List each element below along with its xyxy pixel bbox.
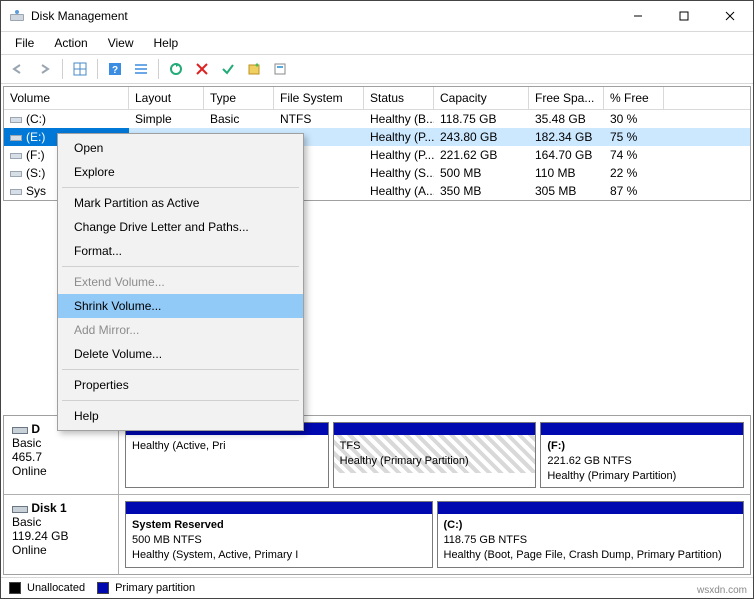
new-icon[interactable]: [242, 57, 266, 81]
ctx-add-mirror: Add Mirror...: [58, 318, 303, 342]
col-status[interactable]: Status: [364, 87, 434, 109]
window-title: Disk Management: [31, 9, 615, 23]
ctx-delete[interactable]: Delete Volume...: [58, 342, 303, 366]
col-filesystem[interactable]: File System: [274, 87, 364, 109]
partition[interactable]: TFSHealthy (Primary Partition): [333, 422, 537, 489]
col-free[interactable]: Free Spa...: [529, 87, 604, 109]
maximize-button[interactable]: [661, 1, 707, 31]
partition[interactable]: System Reserved500 MB NTFSHealthy (Syste…: [125, 501, 433, 568]
disk-partitions: System Reserved500 MB NTFSHealthy (Syste…: [119, 495, 750, 574]
ctx-explore[interactable]: Explore: [58, 160, 303, 184]
ctx-open[interactable]: Open: [58, 136, 303, 160]
props-icon[interactable]: [268, 57, 292, 81]
toolbar: ?: [1, 55, 753, 84]
ctx-mark-active[interactable]: Mark Partition as Active: [58, 191, 303, 215]
window: Disk Management File Action View Help ? …: [0, 0, 754, 599]
col-type[interactable]: Type: [204, 87, 274, 109]
partition[interactable]: (F:)221.62 GB NTFSHealthy (Primary Parti…: [540, 422, 744, 489]
context-menu: Open Explore Mark Partition as Active Ch…: [57, 133, 304, 431]
menubar: File Action View Help: [1, 32, 753, 55]
legend-unallocated: Unallocated: [27, 582, 85, 594]
check-icon[interactable]: [216, 57, 240, 81]
ctx-change-letter[interactable]: Change Drive Letter and Paths...: [58, 215, 303, 239]
menu-file[interactable]: File: [5, 34, 44, 52]
help-icon[interactable]: ?: [103, 57, 127, 81]
volume-table-header: Volume Layout Type File System Status Ca…: [4, 87, 750, 110]
partition[interactable]: (C:)118.75 GB NTFSHealthy (Boot, Page Fi…: [437, 501, 745, 568]
disk-meta: Disk 1Basic119.24 GBOnline: [4, 495, 119, 574]
ctx-properties[interactable]: Properties: [58, 373, 303, 397]
ctx-extend: Extend Volume...: [58, 270, 303, 294]
menu-help[interactable]: Help: [144, 34, 189, 52]
watermark: wsxdn.com: [697, 585, 747, 596]
legend-swatch-primary: [97, 582, 109, 594]
minimize-button[interactable]: [615, 1, 661, 31]
col-layout[interactable]: Layout: [129, 87, 204, 109]
back-icon[interactable]: [7, 57, 31, 81]
col-capacity[interactable]: Capacity: [434, 87, 529, 109]
forward-icon[interactable]: [33, 57, 57, 81]
disk-row: Disk 1Basic119.24 GBOnlineSystem Reserve…: [4, 494, 750, 574]
menu-action[interactable]: Action: [44, 34, 97, 52]
legend-primary: Primary partition: [115, 582, 195, 594]
refresh-icon[interactable]: [164, 57, 188, 81]
legend-swatch-unallocated: [9, 582, 21, 594]
disk-panels: DBasic465.7OnlineHealthy (Active, PriTFS…: [3, 415, 751, 575]
ctx-shrink[interactable]: Shrink Volume...: [58, 294, 303, 318]
grid-icon[interactable]: [68, 57, 92, 81]
menu-view[interactable]: View: [98, 34, 144, 52]
ctx-format[interactable]: Format...: [58, 239, 303, 263]
partition[interactable]: Healthy (Active, Pri: [125, 422, 329, 489]
close-button[interactable]: [707, 1, 753, 31]
delete-icon[interactable]: [190, 57, 214, 81]
col-volume[interactable]: Volume: [4, 87, 129, 109]
svg-text:?: ?: [112, 65, 118, 76]
titlebar: Disk Management: [1, 1, 753, 32]
col-pfree[interactable]: % Free: [604, 87, 664, 109]
app-icon: [9, 8, 25, 24]
table-row[interactable]: (C:)SimpleBasicNTFSHealthy (B...118.75 G…: [4, 110, 750, 128]
legend: Unallocated Primary partition: [1, 577, 753, 598]
ctx-help[interactable]: Help: [58, 404, 303, 428]
list-icon[interactable]: [129, 57, 153, 81]
